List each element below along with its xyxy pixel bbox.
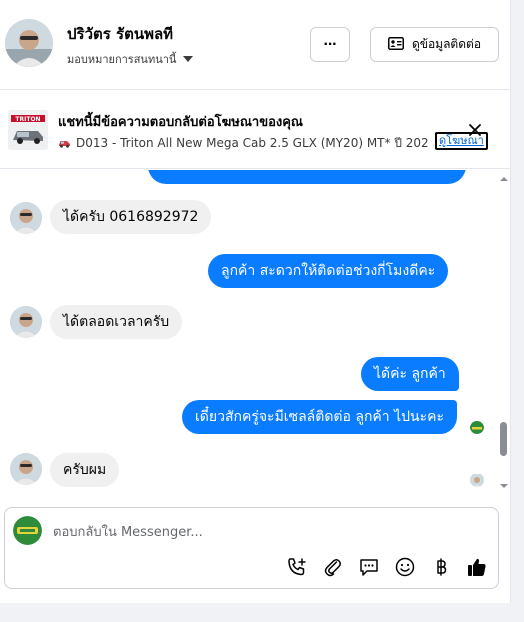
ad-description-text: D013 - Triton All New Mega Cab 2.5 GLX (… <box>76 136 428 150</box>
car-icon <box>58 137 71 151</box>
message-composer <box>4 507 499 589</box>
view-ad-link[interactable]: ดูโฆษณา <box>435 132 488 150</box>
contact-info-label: ดูข้อมูลติดต่อ <box>411 37 482 51</box>
caret-down-icon <box>183 56 194 62</box>
ad-description: D013 - Triton All New Mega Cab 2.5 GLX (… <box>58 134 428 153</box>
assign-dropdown[interactable]: มอบหมายการสนทนานี้ <box>67 50 194 68</box>
quick-reply-icon[interactable] <box>357 555 381 579</box>
emoji-icon[interactable] <box>393 555 417 579</box>
contact-avatar[interactable] <box>5 19 53 67</box>
scrollbar-thumb[interactable] <box>500 422 507 456</box>
message-incoming: ครับผม <box>50 453 120 487</box>
paperclip-icon[interactable] <box>321 555 345 579</box>
ad-banner-title: แชทนี้มีข้อความตอบกลับต่อโฆษณาของคุณ <box>58 115 303 130</box>
seen-indicator-avatar <box>470 473 484 487</box>
reply-input[interactable] <box>53 522 473 542</box>
message-list[interactable]: มือไป ได้ครับ 0616892972 ลูกค้า สะดวกให้… <box>0 170 511 505</box>
sender-avatar[interactable] <box>10 453 42 485</box>
message-outgoing: มือไป <box>148 170 466 184</box>
thumbs-up-icon[interactable] <box>465 555 489 579</box>
window-edge <box>512 0 524 622</box>
ad-reply-banner: TRITON แชทนี้มีข้อความตอบกลับต่อโฆษณาของ… <box>0 91 511 169</box>
ad-thumbnail: TRITON <box>8 110 48 150</box>
message-incoming: ได้ตลอดเวลาครับ <box>50 305 183 339</box>
phone-plus-icon[interactable] <box>285 555 309 579</box>
more-options-button[interactable]: ··· <box>310 27 350 62</box>
contact-name[interactable]: ปริวัตร รัตนพลที <box>67 22 173 46</box>
assign-label: มอบหมายการสนทนานี้ <box>67 53 177 66</box>
sender-avatar[interactable] <box>10 202 42 234</box>
seen-indicator-avatar <box>470 420 484 434</box>
message-incoming: ได้ครับ 0616892972 <box>50 200 212 234</box>
message-outgoing: ลูกค้า สะดวกให้ติดต่อช่วงกี่โมงดีคะ <box>208 254 449 288</box>
conversation-header: ปริวัตร รัตนพลที มอบหมายการสนทนานี้ ··· … <box>0 0 511 90</box>
message-outgoing: ได้ค่ะ ลูกค้า <box>361 357 459 391</box>
baht-icon[interactable] <box>429 555 453 579</box>
ellipsis-icon: ··· <box>323 35 338 53</box>
ad-thumb-text: TRITON <box>15 116 40 123</box>
view-contact-info-button[interactable]: ดูข้อมูลติดต่อ <box>370 27 499 62</box>
sender-avatar[interactable] <box>10 306 42 338</box>
conversation-panel: ปริวัตร รัตนพลที มอบหมายการสนทนานี้ ··· … <box>0 0 511 603</box>
page-avatar <box>13 516 42 545</box>
message-outgoing: เดี๋ยวสักครู่จะมีเซลล์ติดต่อ ลูกค้า ไปนะ… <box>182 400 458 434</box>
contact-card-icon <box>387 36 404 53</box>
